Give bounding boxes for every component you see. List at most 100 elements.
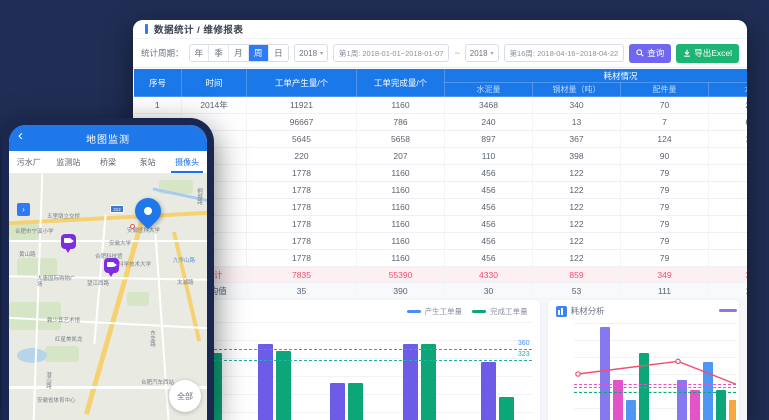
report-table: 序号 时间 工单产生量/个 工单完成量/个 耗材情况 水泥量 钢材量（吨） 配件… <box>133 68 747 298</box>
table-cell: 124 <box>621 131 709 148</box>
map-poi-label: 黄山路 <box>19 252 36 258</box>
dashboard-window: 数据统计 / 维修报表 统计周期： 年季月周日 2018 ▾ 第1周: 2018… <box>133 20 747 420</box>
table-cell: 79 <box>621 216 709 233</box>
phone-tab-3[interactable]: 泵站 <box>128 151 168 173</box>
consumables-chart-title: 耗材分析 <box>571 305 605 317</box>
table-cell: 79 <box>621 165 709 182</box>
bar-completed <box>421 344 436 420</box>
marker-tail <box>65 248 71 253</box>
table-cell: 122 <box>533 199 621 216</box>
table-cell: 7 <box>621 114 709 131</box>
map-poi-label: 大唐国际购物广场 <box>37 276 79 288</box>
map-park-area <box>127 292 149 306</box>
table-cell: 79 <box>621 233 709 250</box>
table-cell: 1778 <box>247 216 357 233</box>
table-cell: 13 <box>533 114 621 131</box>
phone-tab-0[interactable]: 污水厂 <box>9 151 49 173</box>
map-road <box>33 174 44 420</box>
table-cell: 859 <box>533 267 621 283</box>
phone-tab-1[interactable]: 监测站 <box>49 151 89 173</box>
map-poi-label: 安徽大学 <box>109 241 131 247</box>
start-week-input[interactable]: 第1周: 2018-01-01~2018-01-07 <box>333 44 449 62</box>
phone-page-title: 地图监测 <box>86 131 130 146</box>
charts-row: 产生工单量 完成工单量 360323 耗材分析 2402001601208040 <box>133 300 747 420</box>
table-cell: 1160 <box>357 97 445 114</box>
table-cell: 53 <box>533 283 621 299</box>
table-cell: 367 <box>533 131 621 148</box>
end-year-value: 2018 <box>470 49 488 58</box>
table-row: 9177811604561227967 <box>134 233 748 250</box>
table-cell: 1160 <box>357 182 445 199</box>
table-cell: 122 <box>533 250 621 267</box>
table-cell: 67 <box>709 250 748 267</box>
end-year-select[interactable]: 2018 ▾ <box>465 44 499 62</box>
legend-swatch-produced <box>407 310 421 313</box>
breadcrumb-accent-bar <box>145 24 148 34</box>
bar-produced <box>481 362 496 420</box>
road-number-badge: 312 <box>110 205 124 213</box>
table-cell: 122 <box>533 182 621 199</box>
period-segment-4[interactable]: 日 <box>269 45 289 61</box>
export-button-label: 导出Excel <box>694 47 732 59</box>
selected-location-pin[interactable] <box>130 193 167 230</box>
period-segment-3[interactable]: 周 <box>249 45 269 61</box>
filter-bar: 统计周期： 年季月周日 2018 ▾ 第1周: 2018-01-01~2018-… <box>133 38 747 68</box>
query-button-label: 查询 <box>647 47 664 59</box>
table-cell: 3468 <box>445 97 533 114</box>
phone-screen: ‹ 地图监测 污水厂监测站桥梁泵站摄像头 <box>9 125 207 420</box>
period-segmented-control: 年季月周日 <box>189 44 290 62</box>
end-week-input[interactable]: 第16周: 2018-04-16~2018-04-22 <box>504 44 625 62</box>
table-cell: 79 <box>621 199 709 216</box>
period-segment-0[interactable]: 年 <box>190 45 210 61</box>
all-filter-button[interactable]: 全部 <box>169 380 201 412</box>
table-row: 10177811604561227967 <box>134 250 748 267</box>
col-header-completed: 工单完成量/个 <box>357 69 445 97</box>
table-cell: 111 <box>621 283 709 299</box>
map-canvas[interactable]: 312 五里墩立交桥合肥市宁溪小学安徽医科大学安徽大学合肥科技馆中国科学技术大学… <box>9 174 207 420</box>
search-icon <box>636 49 644 57</box>
table-cell: 690 <box>709 114 748 131</box>
col-header-index: 序号 <box>134 69 182 97</box>
map-poi-label: 潜山路 <box>45 372 51 389</box>
camera-marker[interactable] <box>104 258 119 273</box>
table-cell: 1778 <box>247 250 357 267</box>
table-row: 5177811604561227967 <box>134 165 748 182</box>
consumables-legend-dash <box>719 309 737 312</box>
phone-tab-4[interactable]: 摄像头 <box>167 151 207 173</box>
chevron-down-icon: ▾ <box>320 50 323 57</box>
table-row: 296667786240137690 <box>134 114 748 131</box>
period-segment-1[interactable]: 季 <box>209 45 229 61</box>
table-average-row: 平均值353903053111140 <box>134 283 748 299</box>
bar-chart-icon <box>556 306 567 317</box>
map-poi-label: 合肥汽车西站 <box>141 380 174 386</box>
table-cell: 67 <box>709 165 748 182</box>
sub-header-1: 水泥量 <box>445 83 533 97</box>
table-cell: 220 <box>247 148 357 165</box>
table-cell: 349 <box>621 267 709 283</box>
camera-marker[interactable] <box>61 234 76 249</box>
table-cell: 456 <box>445 182 533 199</box>
table-row: 8177811604561227967 <box>134 216 748 233</box>
table-cell: 55390 <box>357 267 445 283</box>
phone-tab-2[interactable]: 桥梁 <box>88 151 128 173</box>
start-year-select[interactable]: 2018 ▾ <box>294 44 328 62</box>
back-icon[interactable]: ‹ <box>18 127 23 144</box>
period-segment-2[interactable]: 月 <box>229 45 249 61</box>
breadcrumb-bar: 数据统计 / 维修报表 <box>133 20 747 38</box>
export-excel-button[interactable]: 导出Excel <box>676 44 739 63</box>
table-cell: 70 <box>621 97 709 114</box>
map-poi-label: 赖少其艺术馆 <box>47 318 80 324</box>
phone-header: ‹ 地图监测 <box>9 125 207 151</box>
reference-line-label: 360 <box>518 340 530 347</box>
table-cell: 398 <box>533 148 621 165</box>
table-row: 356455658897367124129 <box>134 131 748 148</box>
expand-panel-button[interactable]: › <box>17 203 30 216</box>
query-button[interactable]: 查询 <box>629 44 671 63</box>
chevron-down-icon: ▾ <box>491 50 494 57</box>
phone-mockup: ‹ 地图监测 污水厂监测站桥梁泵站摄像头 <box>2 118 214 420</box>
table-cell: 1160 <box>357 216 445 233</box>
table-row: 7177811604561227967 <box>134 199 748 216</box>
table-cell: 897 <box>445 131 533 148</box>
map-poi-label: 东至路 <box>149 330 155 347</box>
map-poi-label: 安徽医科大学 <box>127 228 160 234</box>
